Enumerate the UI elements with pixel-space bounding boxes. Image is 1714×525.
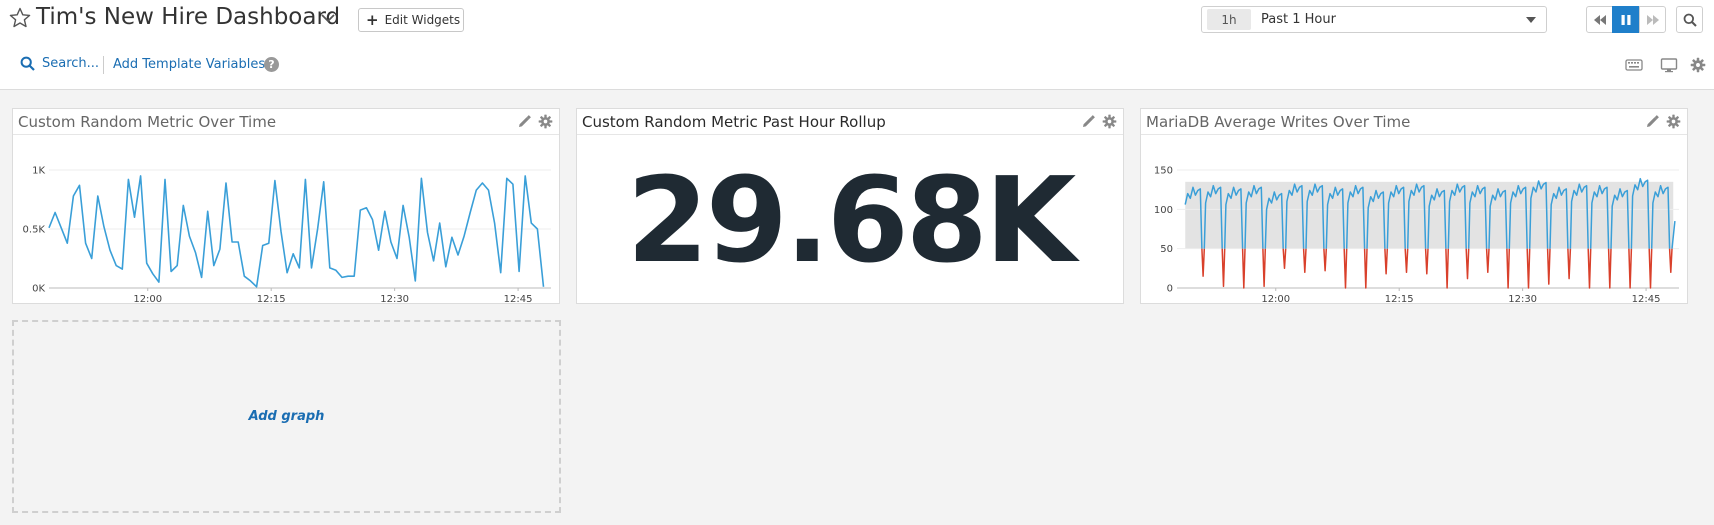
- widget-title: MariaDB Average Writes Over Time: [1146, 113, 1411, 131]
- edit-widgets-button[interactable]: + Edit Widgets: [358, 8, 464, 32]
- series-line-anomaly: [1262, 248, 1267, 288]
- gear-icon[interactable]: [1102, 114, 1117, 129]
- search-label: Search...: [42, 56, 100, 71]
- gear-icon[interactable]: [1689, 57, 1707, 73]
- y-tick-label: 0.5K: [23, 225, 46, 236]
- dashboard-header: Tim's New Hire Dashboard + Edit Widgets …: [0, 0, 1714, 90]
- pencil-icon[interactable]: [1645, 115, 1659, 129]
- series-line-anomaly: [1445, 248, 1450, 289]
- x-tick-label: 12:15: [1385, 294, 1414, 304]
- pause-button[interactable]: [1612, 6, 1639, 33]
- gear-icon[interactable]: [1666, 114, 1681, 129]
- fast-forward-icon: [1646, 14, 1659, 25]
- dropdown-caret-icon: [1526, 16, 1536, 23]
- pencil-icon[interactable]: [517, 115, 531, 129]
- series-line-anomaly: [1526, 248, 1531, 289]
- series-line-anomaly: [1485, 248, 1490, 274]
- series-line-anomaly: [1567, 248, 1572, 280]
- pause-icon: [1621, 14, 1630, 25]
- y-tick-label: 150: [1154, 166, 1173, 177]
- y-tick-label: 0K: [32, 284, 45, 295]
- widget-title: Custom Random Metric Past Hour Rollup: [582, 113, 886, 131]
- gear-icon[interactable]: [538, 114, 553, 129]
- query-value: 29.68K: [626, 151, 1077, 289]
- series-line-anomaly: [1343, 248, 1348, 289]
- widget-rollup: Custom Random Metric Past Hour Rollup 29…: [576, 108, 1124, 304]
- y-tick-label: 1K: [32, 166, 45, 177]
- widget-header: Custom Random Metric Past Hour Rollup: [577, 109, 1123, 135]
- chart-svg: 0 50 100 150 12:00 12:15 12:30 12:45: [1154, 166, 1679, 304]
- chevron-down-icon[interactable]: [320, 12, 336, 24]
- series-line-anomaly: [1424, 248, 1429, 275]
- x-tick-label: 12:30: [1508, 294, 1537, 304]
- y-tick-label: 50: [1160, 244, 1173, 255]
- rewind-icon: [1593, 14, 1606, 25]
- series-line-anomaly: [1465, 248, 1470, 280]
- chart-svg: 0K 0.5K 1K 12:00 12:15 12:30 12:45: [23, 166, 551, 304]
- series-line-anomaly: [1241, 248, 1246, 289]
- series-line-anomaly: [1363, 248, 1368, 289]
- keyboard-icon[interactable]: [1625, 57, 1643, 73]
- series-line-anomaly: [1282, 248, 1287, 270]
- series-line-anomaly: [1404, 248, 1409, 274]
- series-line-anomaly: [1323, 248, 1328, 272]
- search-link[interactable]: Search...: [20, 56, 99, 71]
- help-icon[interactable]: ?: [264, 57, 279, 72]
- series-line-anomaly: [1546, 248, 1551, 285]
- dashboard-title: Tim's New Hire Dashboard: [36, 4, 341, 30]
- widget-header: MariaDB Average Writes Over Time: [1141, 109, 1687, 135]
- series-line-anomaly: [1221, 248, 1226, 288]
- y-tick-label: 100: [1154, 205, 1173, 216]
- timeframe-selector[interactable]: 1h Past 1 Hour: [1201, 6, 1547, 33]
- monitor-icon[interactable]: [1660, 57, 1678, 73]
- add-graph-label: Add graph: [248, 409, 325, 424]
- widget-title: Custom Random Metric Over Time: [18, 113, 277, 131]
- add-template-variables-link[interactable]: Add Template Variables: [113, 57, 265, 72]
- search-button[interactable]: [1676, 6, 1703, 33]
- x-tick-label: 12:45: [1632, 294, 1661, 304]
- search-icon: [1683, 13, 1697, 27]
- widget-header: Custom Random Metric Over Time: [13, 109, 559, 135]
- timeframe-chip: 1h: [1207, 9, 1251, 30]
- series-line-anomaly: [1302, 248, 1307, 274]
- series-line-anomaly: [1587, 248, 1592, 289]
- query-value-body: 29.68K: [577, 136, 1123, 304]
- x-tick-label: 12:15: [257, 294, 286, 304]
- edit-widgets-label: Edit Widgets: [384, 13, 461, 27]
- series-line-anomaly: [1628, 248, 1633, 289]
- series-line-anomaly: [1607, 248, 1612, 289]
- x-tick-label: 12:30: [380, 294, 409, 304]
- timeseries-chart[interactable]: 0K 0.5K 1K 12:00 12:15 12:30 12:45: [13, 136, 559, 304]
- y-tick-label: 0: [1167, 284, 1173, 295]
- add-graph-placeholder[interactable]: Add graph: [12, 320, 561, 513]
- series-line-anomaly: [1648, 248, 1653, 289]
- star-icon[interactable]: [9, 7, 31, 29]
- x-tick-label: 12:00: [133, 294, 162, 304]
- fast-forward-button[interactable]: [1639, 6, 1666, 33]
- pencil-icon[interactable]: [1081, 115, 1095, 129]
- plus-icon: +: [366, 10, 379, 29]
- widget-custom-random-metric: Custom Random Metric Over Time 0K 0.5K 1K 1…: [12, 108, 560, 304]
- rewind-button[interactable]: [1586, 6, 1613, 33]
- series-line-anomaly: [1506, 248, 1511, 289]
- x-tick-label: 12:00: [1261, 294, 1290, 304]
- x-tick-label: 12:45: [504, 294, 533, 304]
- series-line-anomaly: [1384, 248, 1389, 275]
- divider: [103, 56, 104, 74]
- timeseries-chart[interactable]: 0 50 100 150 12:00 12:15 12:30 12:45: [1141, 136, 1687, 304]
- widget-mariadb-writes: MariaDB Average Writes Over Time 0 50 100 1…: [1140, 108, 1688, 304]
- series-line: [48, 175, 545, 288]
- timeframe-label: Past 1 Hour: [1261, 12, 1336, 27]
- series-line-anomaly: [1201, 248, 1206, 277]
- search-icon: [20, 56, 35, 71]
- series-line-anomaly: [1668, 248, 1673, 274]
